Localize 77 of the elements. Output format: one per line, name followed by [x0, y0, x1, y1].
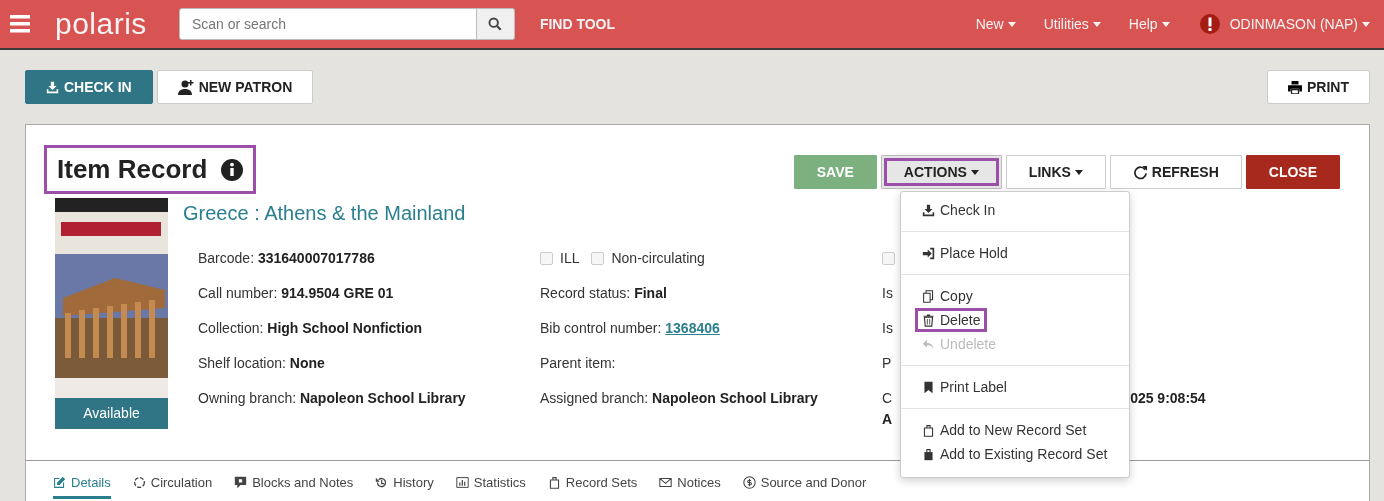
- menu-item[interactable]: Add to New Record Set: [915, 418, 1094, 442]
- sign-in-icon: [922, 246, 935, 260]
- edit-icon: [53, 476, 66, 490]
- tab[interactable]: Details: [53, 473, 111, 499]
- bib-link[interactable]: 1368406: [665, 320, 720, 336]
- checkbox[interactable]: [591, 252, 605, 265]
- user-plus-icon: [177, 79, 194, 95]
- refresh-button[interactable]: REFRESH: [1109, 155, 1242, 189]
- tab[interactable]: Source and Donor: [742, 473, 867, 499]
- menu-icon[interactable]: [10, 15, 30, 33]
- tab[interactable]: Statistics: [455, 473, 526, 499]
- field-text: Is: [882, 285, 893, 301]
- checkbox-label: ILL: [560, 250, 580, 266]
- field-text: Bib control number:: [540, 320, 663, 336]
- checkbox-label: Non-circulating: [611, 250, 705, 266]
- field-text: Owning branch: Napoleon School Library: [198, 390, 466, 406]
- field-text: Collection: High School Nonfiction: [198, 320, 423, 336]
- search-icon: [488, 17, 503, 31]
- refresh-icon: [1132, 164, 1148, 180]
- bag-icon: [547, 476, 561, 490]
- bookmark-icon: [922, 380, 935, 394]
- status-label: Available: [55, 398, 168, 429]
- actions-button[interactable]: ACTIONS: [880, 155, 1002, 189]
- check-in-button[interactable]: CHECK IN: [25, 70, 153, 104]
- alert-icon: [1199, 14, 1220, 34]
- find-tool-link[interactable]: FIND TOOL: [539, 13, 616, 35]
- download-icon: [46, 80, 59, 94]
- print-button[interactable]: PRINT: [1267, 70, 1370, 104]
- menu-item[interactable]: Copy: [915, 284, 980, 308]
- history-icon: [375, 476, 389, 490]
- menu-item[interactable]: Check In: [915, 198, 1003, 222]
- menu-item[interactable]: Add to Existing Record Set: [915, 442, 1115, 466]
- field-value: A: [882, 410, 893, 429]
- close-button[interactable]: CLOSE: [1245, 155, 1340, 189]
- printer-icon: [1288, 80, 1302, 94]
- tab[interactable]: Circulation: [132, 473, 213, 499]
- note-icon: [234, 476, 248, 490]
- bag-icon: [922, 423, 935, 437]
- checkbox[interactable]: [540, 252, 553, 265]
- book-title[interactable]: Greece : Athens & the Mainland: [183, 198, 466, 228]
- brand-logo[interactable]: polaris: [55, 9, 147, 39]
- trash-icon: [922, 313, 935, 327]
- field-text: Assigned branch: Napoleon School Library: [540, 390, 818, 406]
- nav-menu[interactable]: New: [975, 13, 1016, 35]
- field-text: Barcode: 331640007017786: [198, 250, 375, 266]
- info-icon[interactable]: [221, 158, 244, 181]
- field-text: P: [882, 355, 892, 371]
- field-label: C: [882, 390, 893, 406]
- search-button[interactable]: [476, 8, 515, 40]
- field-text: Shelf location: None: [198, 355, 325, 371]
- tab[interactable]: History: [375, 473, 434, 499]
- field-text: Call number: 914.9504 GRE 01: [198, 285, 394, 301]
- chart-icon: [455, 476, 469, 490]
- links-button[interactable]: LINKS: [1005, 155, 1106, 189]
- download-icon: [922, 203, 935, 217]
- copy-icon: [922, 289, 935, 303]
- field-text: Record status: Final: [540, 285, 667, 301]
- tab[interactable]: Blocks and Notes: [234, 473, 354, 499]
- mail-icon: [659, 476, 673, 490]
- field-value: 025 9:08:54: [1130, 390, 1206, 406]
- bag-icon: [922, 447, 935, 461]
- dollar-icon: [742, 476, 756, 490]
- nav-menu[interactable]: Utilities: [1043, 13, 1101, 35]
- menu-item[interactable]: Delete: [915, 308, 988, 332]
- field-text: Is: [882, 320, 893, 336]
- tab[interactable]: Record Sets: [547, 473, 638, 499]
- circle-icon: [132, 476, 146, 490]
- checkbox[interactable]: [882, 252, 895, 265]
- search-field[interactable]: Scan or search: [178, 8, 477, 40]
- tab[interactable]: Notices: [659, 473, 721, 499]
- field-text: Parent item:: [540, 355, 616, 371]
- menu-item[interactable]: Print Label: [915, 375, 1014, 399]
- new-patron-button[interactable]: NEW PATRON: [156, 70, 314, 104]
- page-title: Item Record: [57, 153, 208, 186]
- user-menu[interactable]: ODINMASON (NAP): [1229, 13, 1370, 35]
- nav-menu[interactable]: Help: [1128, 13, 1170, 35]
- menu-item[interactable]: Place Hold: [915, 241, 1015, 265]
